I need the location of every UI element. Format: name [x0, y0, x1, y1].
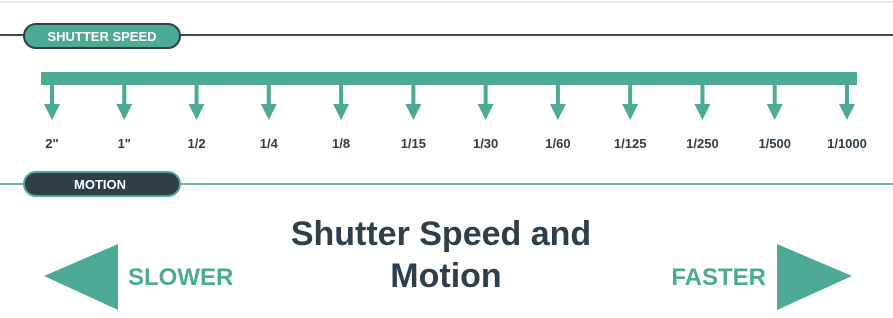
speed-scale-bar: [41, 72, 857, 85]
tick-arrow-down-icon: [766, 104, 783, 120]
tick-arrow-down-icon: [116, 104, 133, 120]
tick-label: 1/500: [758, 136, 791, 151]
speed-tick: 1/125: [614, 85, 647, 151]
tick-label: 1/2: [188, 136, 206, 151]
tick-arrow-down-icon: [260, 104, 277, 120]
speed-tick: 1/4: [260, 85, 279, 151]
speed-tick: 2": [44, 85, 60, 151]
tick-arrow-down-icon: [44, 104, 60, 120]
tick-label: 1/60: [545, 136, 570, 151]
motion-label: MOTION: [74, 177, 126, 192]
tick-label: 1/8: [332, 136, 350, 151]
tick-label: 1/15: [401, 136, 426, 151]
speed-tick: 1/500: [758, 85, 791, 151]
faster-label: FASTER: [671, 264, 766, 291]
slower-label: SLOWER: [128, 264, 233, 291]
tick-label: 1/250: [686, 136, 719, 151]
tick-arrow-down-icon: [405, 104, 422, 120]
shutter-speed-diagram: SHUTTER SPEED 2" 1" 1/2 1/4 1/8 1/15 1/30 1/60 1…: [0, 1, 893, 310]
tick-label: 1/4: [260, 136, 279, 151]
tick-arrow-down-icon: [694, 104, 711, 120]
title-line-2: Motion: [390, 257, 501, 295]
tick-label: 1/125: [614, 136, 647, 151]
tick-label: 1": [118, 136, 131, 151]
speed-tick: 1": [116, 85, 133, 151]
left-arrow-icon: [44, 244, 118, 310]
tick-label: 1/30: [473, 136, 498, 151]
tick-arrow-down-icon: [477, 104, 494, 120]
speed-tick: 1/30: [473, 85, 498, 151]
speed-tick: 1/1000: [827, 85, 867, 151]
speed-tick: 1/15: [401, 85, 426, 151]
tick-arrow-down-icon: [622, 104, 639, 120]
speed-tick: 1/8: [332, 85, 350, 151]
speed-ticks: 2" 1" 1/2 1/4 1/8 1/15 1/30 1/60 1/125 1/250 1/500…: [44, 85, 867, 151]
tick-arrow-down-icon: [333, 104, 350, 120]
speed-tick: 1/250: [686, 85, 719, 151]
title-line-1: Shutter Speed and: [291, 215, 591, 253]
tick-label: 2": [45, 136, 58, 151]
shutter-speed-label: SHUTTER SPEED: [47, 29, 156, 44]
tick-arrow-down-icon: [839, 104, 855, 120]
tick-label: 1/1000: [827, 136, 867, 151]
right-arrow-icon: [777, 244, 852, 310]
speed-tick: 1/60: [545, 85, 571, 151]
tick-arrow-down-icon: [188, 104, 205, 120]
tick-arrow-down-icon: [549, 104, 566, 120]
speed-tick: 1/2: [188, 85, 206, 151]
